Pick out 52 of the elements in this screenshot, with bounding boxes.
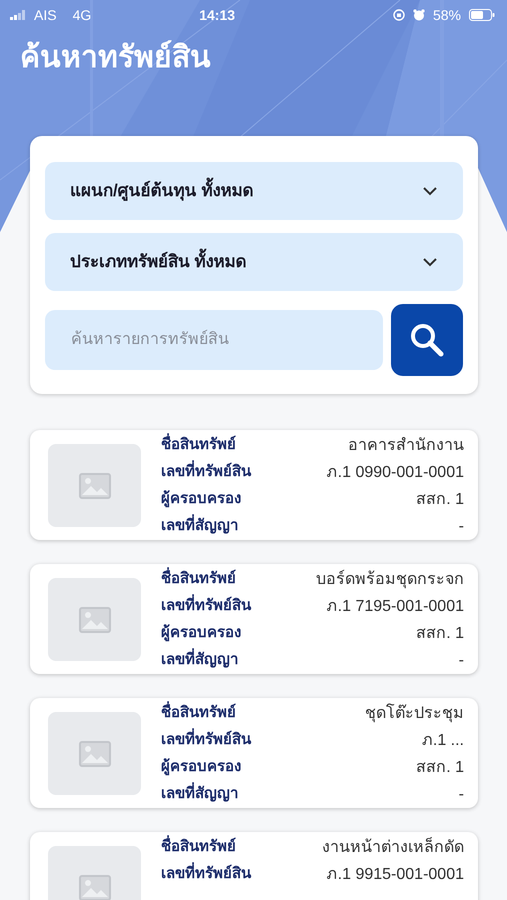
field-value: อาคารสำนักงาน — [348, 436, 464, 456]
signal-icon — [10, 10, 26, 20]
page-title: ค้นหาทรัพย์สิน — [20, 39, 212, 76]
field-label: ชื่อสินทรัพย์ — [161, 702, 236, 725]
field-label: ผู้ครอบครอง — [161, 623, 241, 644]
filter-dropdown[interactable]: แผนก/ศูนย์ต้นทุน ทั้งหมด — [45, 162, 463, 220]
chevron-down-icon — [423, 186, 437, 196]
field-label: ชื่อสินทรัพย์ — [161, 434, 236, 457]
carrier-name: AIS — [34, 6, 57, 24]
field-value: บอร์ดพร้อมชุดกระจก — [316, 568, 464, 590]
chevron-down-icon — [423, 258, 437, 266]
field-label: เลขที่สัญญา — [161, 515, 238, 538]
field-label: ผู้ครอบครอง — [161, 757, 241, 778]
field-value: ชุดโต๊ะประชุม — [365, 702, 464, 724]
network-type: 4G — [72, 6, 92, 24]
image-placeholder-icon — [78, 472, 110, 498]
field-value: - — [458, 784, 464, 804]
filter-dropdown[interactable]: ประเภททรัพย์สิน ทั้งหมด — [45, 233, 463, 291]
battery-icon — [468, 9, 495, 21]
image-placeholder-icon — [78, 740, 110, 766]
field-value: สสก. 1 — [416, 758, 464, 778]
field-value: ภ.1 ... — [422, 730, 464, 750]
field-label: ชื่อสินทรัพย์ — [161, 568, 236, 591]
image-placeholder-icon — [78, 606, 110, 632]
field-label: ชื่อสินทรัพย์ — [161, 836, 236, 859]
field-label: ผู้ครอบครอง — [161, 489, 241, 510]
asset-card[interactable]: ชื่อสินทรัพย์ ชุดโต๊ะประชุม เลขที่ทรัพย์สิน ภ.1 ... ผู้ครอบครอง สสก. 1 เลขที่สัญญา - — [30, 698, 478, 808]
asset-card[interactable]: ชื่อสินทรัพย์ บอร์ดพร้อมชุดกระจก เลขที่ทรัพย์สิน ภ.1 7195-001-0001 ผู้ครอบครอง สสก. 1 เลขที่สัญญา - — [30, 564, 478, 674]
battery-percentage: 58% — [432, 6, 461, 24]
rotation-lock-icon — [392, 9, 405, 21]
image-placeholder-icon — [78, 874, 110, 900]
field-value: สสก. 1 — [416, 490, 464, 510]
field-label: เลขที่ทรัพย์สิน — [161, 863, 251, 886]
field-value: - — [458, 516, 464, 536]
field-value: - — [458, 650, 464, 670]
field-value: ภ.1 7195-001-0001 — [326, 596, 464, 616]
field-label: เลขที่ทรัพย์สิน — [161, 461, 251, 484]
field-label: เลขที่สัญญา — [161, 649, 238, 672]
field-value: สสก. 1 — [416, 624, 464, 644]
field-value: ภ.1 0990-001-0001 — [326, 462, 464, 482]
asset-card[interactable]: ชื่อสินทรัพย์ งานหน้าต่างเหล็กดัด เลขที่ทรัพย์สิน ภ.1 9915-001-0001 — [30, 832, 478, 900]
status-time: 14:13 — [199, 6, 236, 24]
field-label: เลขที่ทรัพย์สิน — [161, 595, 251, 618]
asset-card[interactable]: ชื่อสินทรัพย์ อาคารสำนักงาน เลขที่ทรัพย์สิน ภ.1 0990-001-0001 ผู้ครอบครอง สสก. 1 เลขที่สัญญา - — [30, 430, 478, 540]
field-label: เลขที่สัญญา — [161, 783, 238, 806]
search-button[interactable] — [391, 304, 463, 376]
alarm-icon — [412, 9, 425, 21]
field-label: เลขที่ทรัพย์สิน — [161, 729, 251, 752]
search-field[interactable]: ค้นหารายการทรัพย์สิน — [45, 310, 383, 370]
search-icon — [410, 323, 444, 357]
field-value: งานหน้าต่างเหล็กดัด — [322, 836, 464, 858]
field-value: ภ.1 9915-001-0001 — [326, 864, 464, 884]
